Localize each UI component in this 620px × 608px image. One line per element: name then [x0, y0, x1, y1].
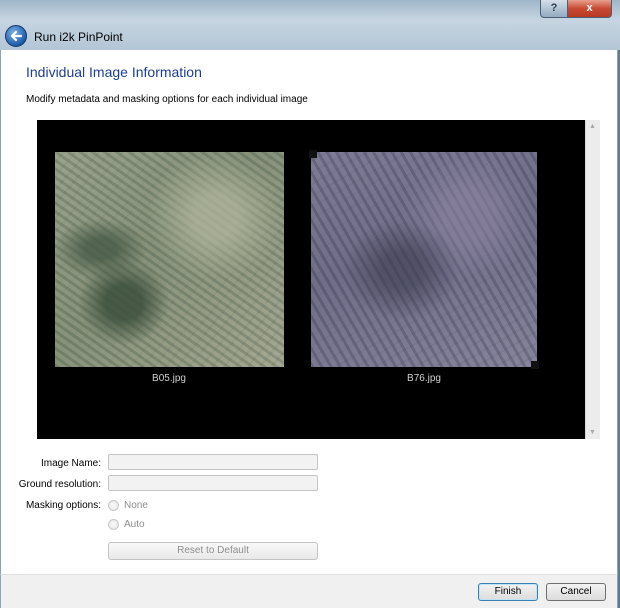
- masking-option-auto[interactable]: Auto: [108, 519, 145, 530]
- image-viewer[interactable]: B05.jpg B76.jpg: [37, 120, 585, 439]
- title-bar: ? x Run i2k PinPoint: [0, 0, 620, 50]
- radio-none[interactable]: [108, 500, 119, 511]
- back-arrow-icon: [10, 30, 23, 42]
- scroll-up-icon[interactable]: ▲: [589, 123, 596, 130]
- radio-none-label: None: [124, 500, 148, 511]
- finish-button[interactable]: Finish: [478, 583, 538, 601]
- help-button[interactable]: ?: [540, 0, 568, 18]
- image-name-label: Image Name:: [40, 458, 101, 469]
- wizard-footer: Finish Cancel: [0, 574, 618, 608]
- back-button[interactable]: [5, 25, 27, 47]
- image-label-b76: B76.jpg: [407, 373, 441, 384]
- image-thumbnail-b05[interactable]: [55, 152, 284, 367]
- image-thumbnail-b76[interactable]: [309, 150, 539, 369]
- viewer-scrollbar[interactable]: ▲ ▼: [585, 120, 600, 439]
- page-description: Modify metadata and masking options for …: [26, 94, 308, 105]
- image-name-input[interactable]: [108, 454, 318, 470]
- image-label-b05: B05.jpg: [152, 373, 186, 384]
- radio-auto-label: Auto: [124, 519, 145, 530]
- ground-resolution-label: Ground resolution:: [18, 479, 101, 490]
- wizard-content: Individual Image Information Modify meta…: [0, 50, 618, 574]
- masking-options-label: Masking options:: [25, 500, 101, 511]
- reset-to-default-button[interactable]: Reset to Default: [108, 542, 318, 560]
- page-heading: Individual Image Information: [26, 64, 202, 80]
- close-button[interactable]: x: [568, 0, 612, 18]
- cancel-button[interactable]: Cancel: [546, 583, 606, 601]
- caption-buttons: ? x: [540, 0, 612, 18]
- scroll-down-icon[interactable]: ▼: [589, 429, 596, 436]
- radio-auto[interactable]: [108, 519, 119, 530]
- ground-resolution-input[interactable]: [108, 475, 318, 491]
- masking-option-none[interactable]: None: [108, 500, 148, 511]
- wizard-title: Run i2k PinPoint: [34, 30, 123, 44]
